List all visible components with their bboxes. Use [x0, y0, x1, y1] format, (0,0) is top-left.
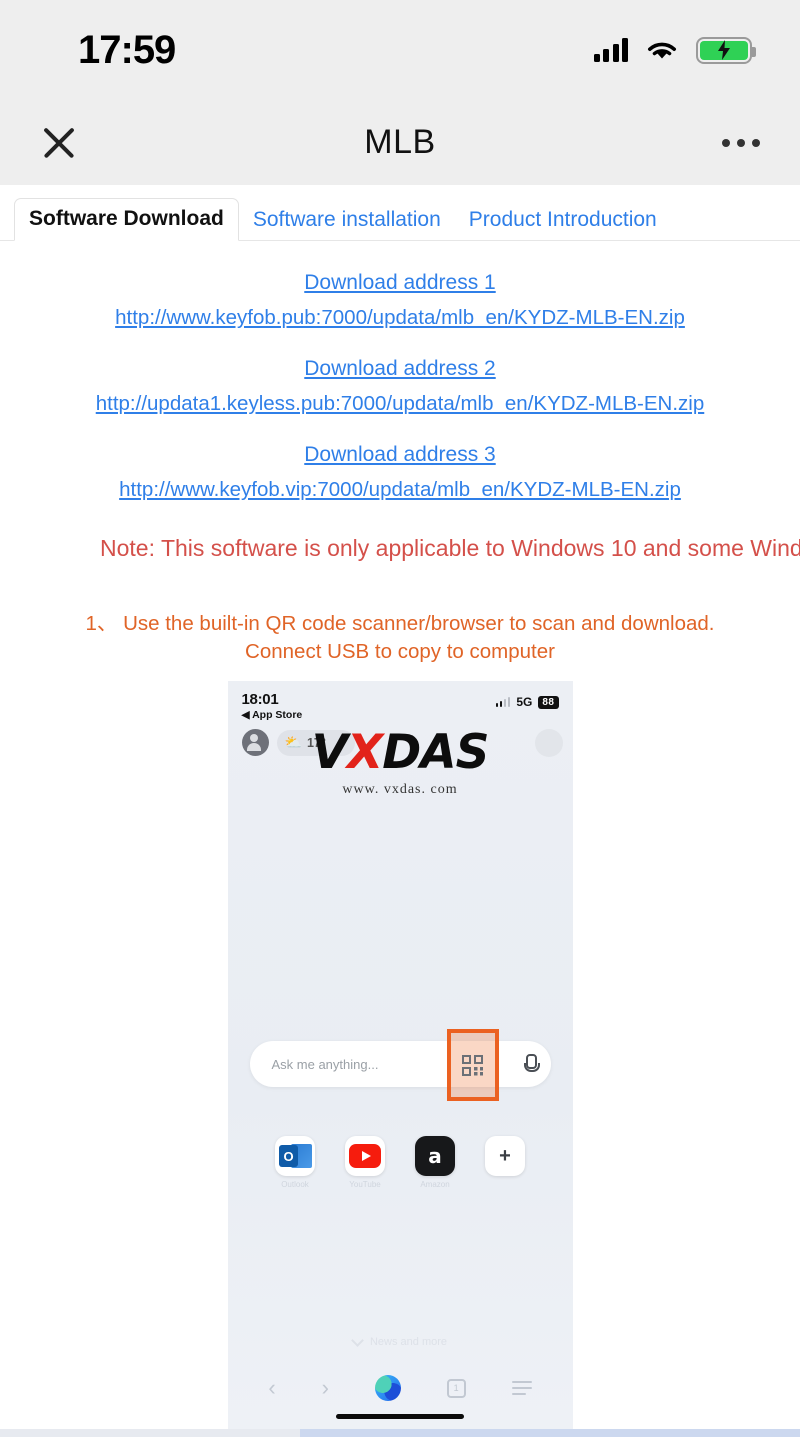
- page-title: MLB: [364, 123, 436, 161]
- screenshot-back-to-app-store: ◀ App Store: [241, 709, 303, 722]
- vxdas-url: www. vxdas. com: [342, 782, 458, 798]
- screenshot-right-widget: [534, 729, 563, 758]
- tab-software-download[interactable]: Software Download: [14, 198, 239, 241]
- nav-bar: MLB: [0, 100, 800, 185]
- screenshot-widgets-row: ⛅ 17°: [228, 721, 573, 758]
- bottom-edge-strip: [0, 1429, 800, 1437]
- download-address-1-title[interactable]: Download address 1: [304, 271, 495, 295]
- browser-bottom-nav: ‹ › 1: [228, 1375, 573, 1402]
- app-label-youtube: YouTube: [349, 1180, 381, 1190]
- download-address-2-title[interactable]: Download address 2: [304, 357, 495, 381]
- phone-screenshot: 18:01 ◀ App Store 5G 88 ⛅ 17° VXDAS www.…: [227, 681, 573, 1430]
- screenshot-signal-icon: [495, 697, 511, 708]
- status-icons: [593, 36, 756, 64]
- bottom-strip-right: [300, 1429, 800, 1437]
- step-1-instructions: 1、 Use the built-in QR code scanner/brow…: [0, 610, 800, 665]
- microphone-icon[interactable]: [523, 1054, 540, 1074]
- youtube-icon: [345, 1136, 385, 1177]
- weather-widget[interactable]: ⛅ 17°: [276, 729, 355, 756]
- status-time: 17:59: [78, 27, 176, 72]
- screenshot-status-bar: 18:01 ◀ App Store 5G 88: [228, 681, 573, 721]
- search-bar[interactable]: Ask me anything...: [249, 1029, 551, 1102]
- qr-scan-icon[interactable]: [462, 1054, 483, 1076]
- back-icon[interactable]: ‹: [268, 1377, 275, 1399]
- screenshot-search-zone: Ask me anything...: [228, 1029, 573, 1102]
- app-shortcut-amazon[interactable]: a Amazon: [415, 1136, 455, 1189]
- weather-temperature: 17°: [306, 735, 326, 750]
- chevron-down-icon: [351, 1333, 364, 1347]
- menu-icon[interactable]: [511, 1381, 532, 1396]
- app-shortcuts-row: Outlook YouTube a Amazon +: [228, 1136, 573, 1189]
- tab-strip: Software Download Software installation …: [0, 185, 800, 241]
- battery-charging-icon: [696, 36, 756, 64]
- download-address-3-title[interactable]: Download address 3: [304, 443, 495, 467]
- download-address-3-url[interactable]: http://www.keyfob.vip:7000/updata/mlb_en…: [119, 478, 681, 502]
- download-group-2: Download address 2 http://updata1.keyles…: [0, 357, 800, 416]
- cellular-signal-icon: [593, 38, 628, 62]
- bottom-strip-left: [0, 1429, 300, 1437]
- qr-scan-highlight-box[interactable]: [446, 1029, 499, 1102]
- phone-screenshot-wrapper: 18:01 ◀ App Store 5G 88 ⛅ 17° VXDAS www.…: [0, 681, 800, 1430]
- news-hint-label: News and more: [369, 1336, 448, 1349]
- news-and-more-hint: News and more: [228, 1333, 573, 1349]
- plus-icon: +: [485, 1136, 525, 1177]
- forward-icon[interactable]: ›: [322, 1377, 329, 1399]
- app-shortcut-add[interactable]: +: [485, 1136, 525, 1189]
- more-options-icon[interactable]: [722, 138, 760, 147]
- profile-avatar[interactable]: [241, 729, 269, 757]
- wifi-icon: [648, 42, 676, 58]
- step-1-line-1: 1、 Use the built-in QR code scanner/brow…: [85, 612, 715, 635]
- outlook-icon: [275, 1136, 315, 1177]
- download-group-3: Download address 3 http://www.keyfob.vip…: [0, 443, 800, 502]
- content-area: Download address 1 http://www.keyfob.pub…: [0, 271, 800, 1437]
- download-group-1: Download address 1 http://www.keyfob.pub…: [0, 271, 800, 330]
- download-address-1-url[interactable]: http://www.keyfob.pub:7000/updata/mlb_en…: [115, 306, 685, 330]
- step-1-line-2: Connect USB to copy to computer: [245, 639, 555, 663]
- status-bar: 17:59: [0, 0, 800, 100]
- screenshot-network-label: 5G: [516, 695, 533, 710]
- download-address-2-url[interactable]: http://updata1.keyless.pub:7000/updata/m…: [96, 392, 705, 416]
- screenshot-battery-percent: 88: [538, 695, 559, 709]
- app-shortcut-youtube[interactable]: YouTube: [345, 1136, 385, 1189]
- home-indicator: [336, 1414, 464, 1420]
- app-shortcut-outlook[interactable]: Outlook: [275, 1136, 315, 1189]
- weather-icon: ⛅: [284, 734, 302, 751]
- amazon-icon: a: [415, 1136, 455, 1177]
- tab-product-introduction[interactable]: Product Introduction: [455, 200, 671, 240]
- app-label-amazon: Amazon: [420, 1180, 450, 1190]
- screenshot-time: 18:01: [241, 691, 279, 709]
- tab-software-installation[interactable]: Software installation: [239, 200, 455, 240]
- compatibility-note: Note: This software is only applicable t…: [100, 535, 800, 561]
- app-label-outlook: Outlook: [281, 1180, 309, 1190]
- copilot-icon[interactable]: [374, 1375, 401, 1402]
- tab-switcher-icon[interactable]: 1: [446, 1378, 466, 1398]
